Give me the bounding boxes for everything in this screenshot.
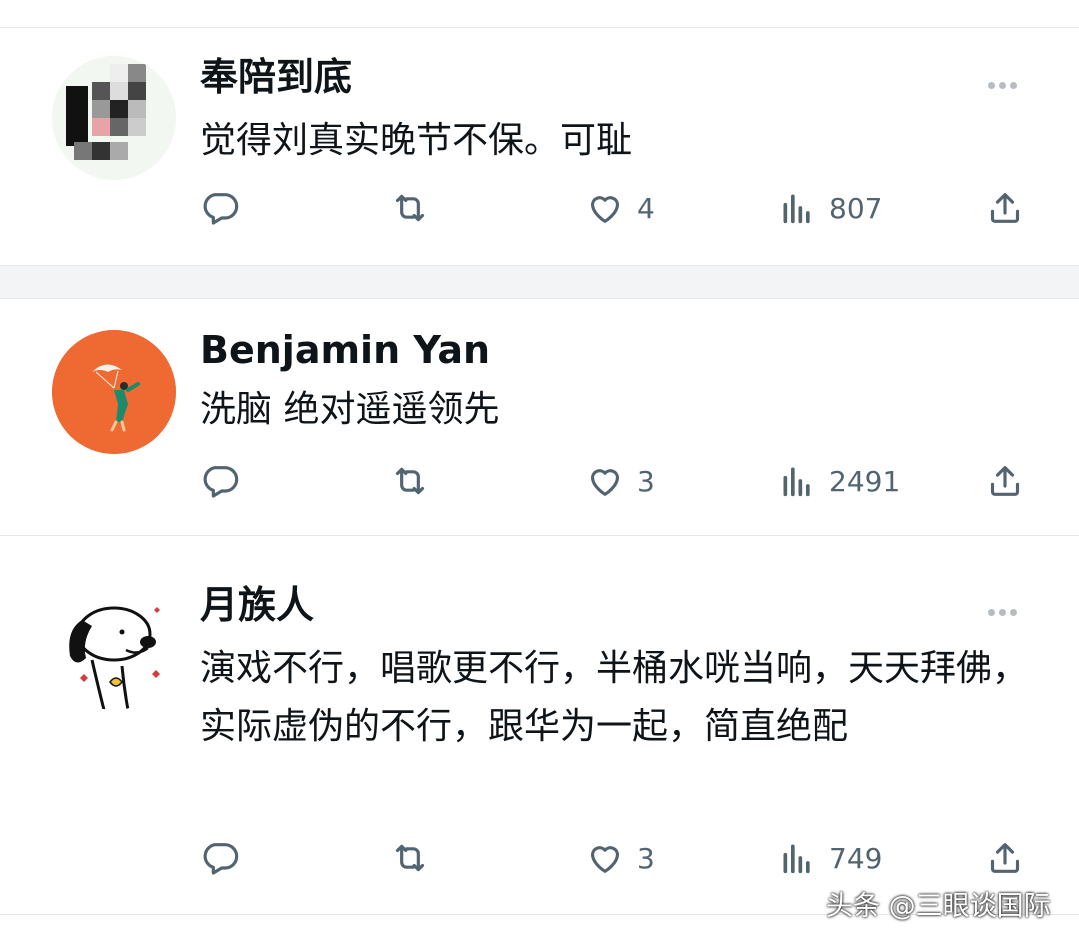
watermark: 头条 @三眼谈国际 — [826, 891, 1051, 922]
view-count: 749 — [829, 841, 883, 875]
parachute-figure-avatar-icon — [52, 330, 176, 454]
heart-icon — [590, 196, 620, 223]
views-button[interactable]: 749 — [777, 838, 882, 878]
tweet-1[interactable]: 奉陪到底 觉得刘真实晚节不保。可耻 4 807 — [0, 28, 1079, 264]
share-button[interactable] — [985, 188, 1025, 228]
reply-button[interactable] — [200, 838, 240, 878]
tweet-text: 洗脑 绝对遥遥领先 — [200, 389, 500, 430]
reply-icon — [203, 843, 239, 875]
like-button[interactable]: 3 — [585, 838, 655, 878]
tweet-2[interactable]: Benjamin Yan 洗脑 绝对遥遥领先 3 2491 — [0, 299, 1079, 535]
reply-button[interactable] — [200, 188, 240, 228]
reply-icon — [203, 193, 239, 225]
retweet-button[interactable] — [390, 838, 430, 878]
avatar[interactable] — [52, 586, 176, 710]
views-button[interactable]: 807 — [777, 188, 882, 228]
heart-icon — [590, 846, 620, 873]
share-icon — [990, 843, 1020, 873]
views-chart-icon — [783, 467, 810, 497]
pixelated-avatar-icon — [52, 56, 176, 180]
tweet-3[interactable]: 月族人 演戏不行，唱歌更不行，半桶水咣当响，天天拜佛，实际虚伪的不行，跟华为一起… — [0, 536, 1079, 914]
like-button[interactable]: 3 — [585, 461, 655, 501]
tweet-text: 演戏不行，唱歌更不行，半桶水咣当响，天天拜佛，实际虚伪的不行，跟华为一起，简直绝… — [200, 648, 1029, 747]
views-chart-icon — [783, 844, 810, 874]
like-count: 3 — [637, 464, 655, 498]
reply-icon — [203, 466, 239, 498]
author-name[interactable]: 奉陪到底 — [200, 54, 352, 100]
tweet-text: 觉得刘真实晚节不保。可耻 — [200, 120, 633, 161]
view-count: 807 — [829, 191, 883, 225]
share-button[interactable] — [985, 461, 1025, 501]
view-count: 2491 — [829, 464, 901, 498]
author-name[interactable]: 月族人 — [200, 582, 314, 628]
author-name[interactable]: Benjamin Yan — [200, 327, 490, 373]
share-icon — [990, 193, 1020, 223]
retweet-button[interactable] — [390, 188, 430, 228]
views-chart-icon — [783, 194, 810, 224]
avatar[interactable] — [52, 330, 176, 454]
like-count: 3 — [637, 841, 655, 875]
share-button[interactable] — [985, 838, 1025, 878]
more-icon[interactable] — [988, 74, 1024, 89]
reply-button[interactable] — [200, 461, 240, 501]
like-button[interactable]: 4 — [585, 188, 655, 228]
section-gap — [0, 266, 1079, 298]
avatar[interactable] — [52, 56, 176, 180]
snoopy-avatar-icon — [52, 586, 176, 710]
heart-icon — [590, 469, 620, 496]
retweet-icon — [395, 844, 425, 872]
more-icon[interactable] — [988, 601, 1024, 616]
retweet-icon — [395, 194, 425, 222]
retweet-icon — [395, 467, 425, 495]
like-count: 4 — [637, 191, 655, 225]
views-button[interactable]: 2491 — [777, 461, 900, 501]
share-icon — [990, 466, 1020, 496]
retweet-button[interactable] — [390, 461, 430, 501]
